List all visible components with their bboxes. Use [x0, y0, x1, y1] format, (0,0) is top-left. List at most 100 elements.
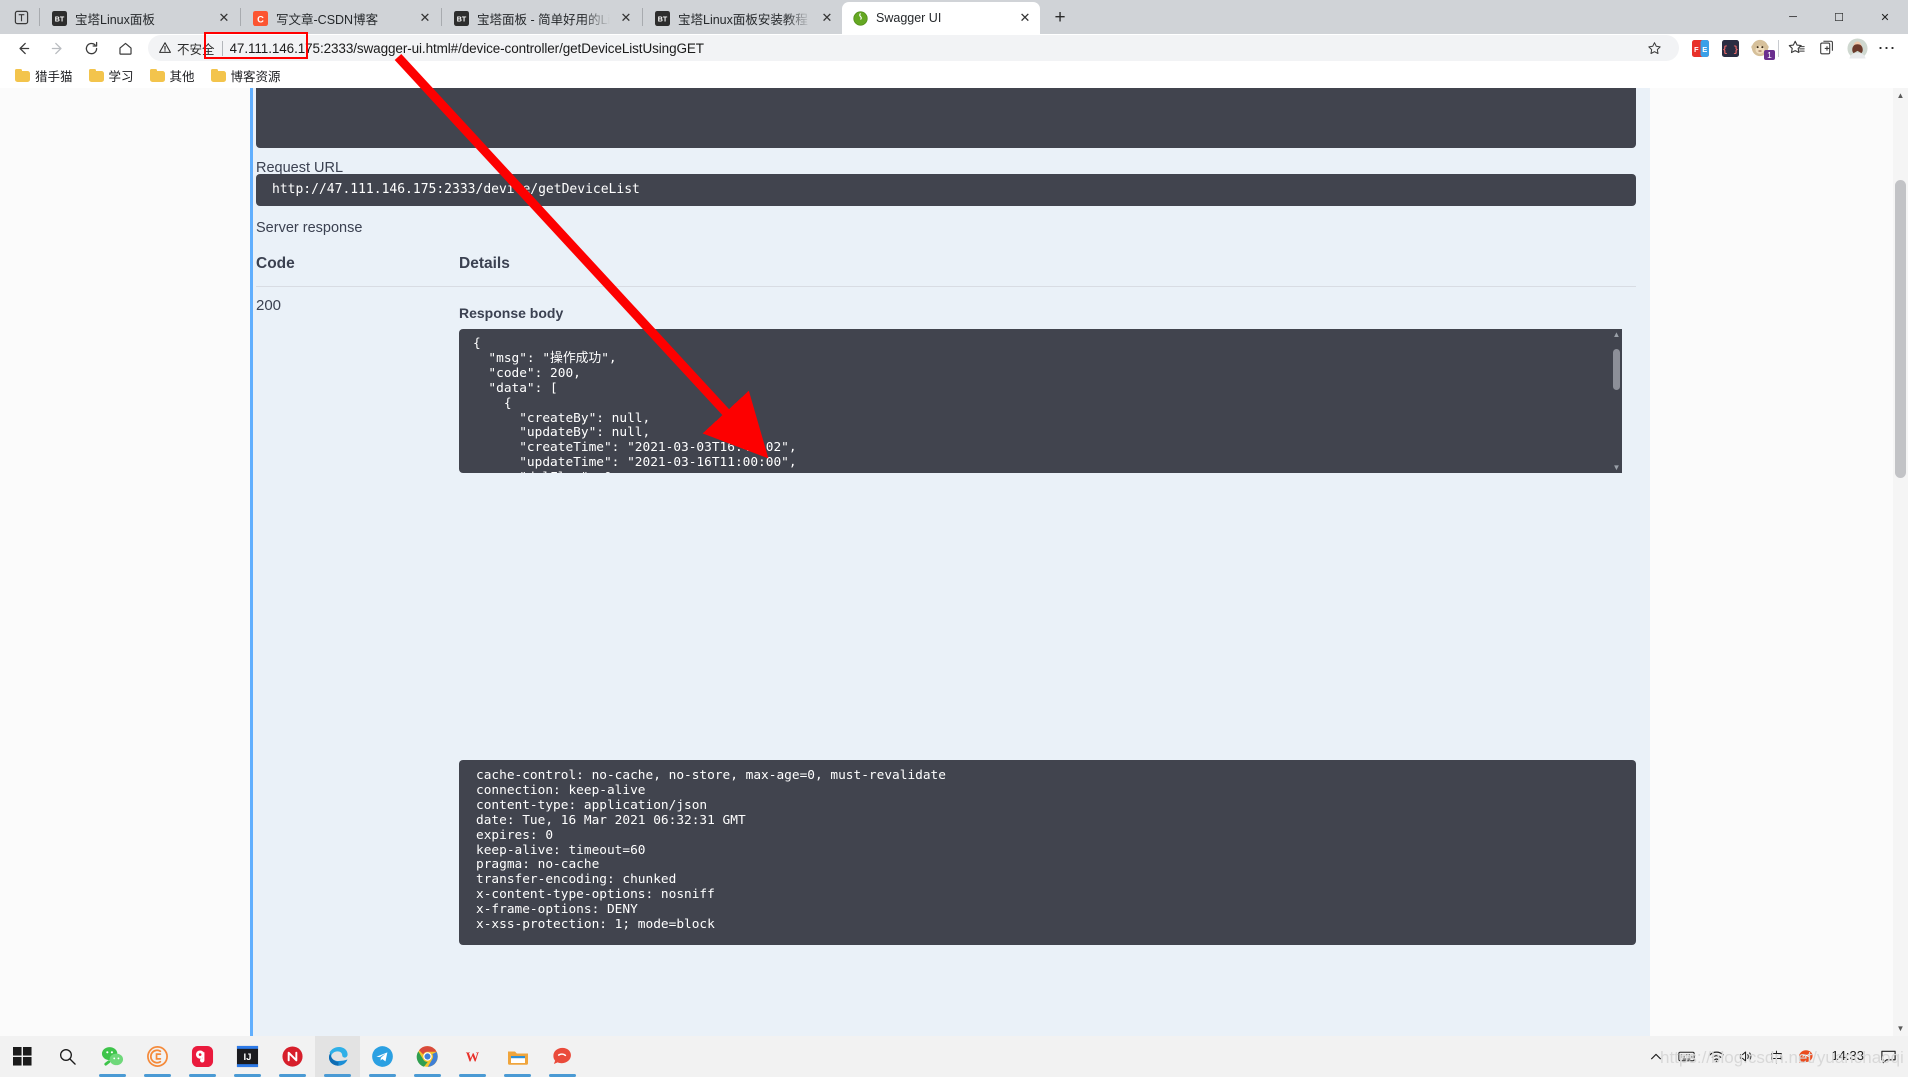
browser-tab-4[interactable]: BT 宝塔Linux面板安装教程 - 2021年 ✕: [644, 2, 842, 34]
svg-text:BT: BT: [658, 15, 668, 23]
address-bar-row: 不安全 47.111.146.175:2333/swagger-ui.html#…: [0, 32, 1908, 62]
details-column-header: Details: [459, 255, 510, 272]
response-body-label: Response body: [459, 305, 564, 321]
folder-icon: [149, 68, 165, 82]
bt-icon: BT: [654, 10, 671, 27]
home-button[interactable]: [108, 34, 142, 62]
minimize-button[interactable]: ─: [1770, 0, 1816, 34]
start-button[interactable]: [0, 1036, 45, 1077]
bt-icon: BT: [51, 10, 68, 27]
wps-icon[interactable]: W: [450, 1036, 495, 1077]
new-tab-button[interactable]: +: [1046, 4, 1074, 32]
bookmark-label: 其他: [169, 69, 195, 84]
browser-chrome: BT 宝塔Linux面板 ✕ C 写文章-CSDN博客 ✕ BT 宝塔面板 - …: [0, 0, 1908, 88]
browser-tab-2[interactable]: C 写文章-CSDN博客 ✕: [242, 2, 440, 34]
svg-text:E: E: [1702, 44, 1707, 53]
collections-icon[interactable]: [1812, 35, 1842, 61]
bookmark-item-2[interactable]: 学习: [82, 64, 141, 87]
svg-text:BT: BT: [55, 15, 65, 23]
folder-icon: [15, 68, 30, 82]
browser-tab-1[interactable]: BT 宝塔Linux面板 ✕: [41, 2, 239, 34]
tab-title: 宝塔面板 - 简单好用的Linux/Win: [477, 12, 610, 27]
omnibox-divider: [221, 40, 223, 56]
svg-text:IJ: IJ: [244, 1052, 252, 1063]
tab-title: 写文章-CSDN博客: [276, 12, 379, 27]
favorites-icon[interactable]: [1782, 35, 1812, 61]
scroll-down-arrow-icon[interactable]: ▼: [1611, 462, 1622, 473]
extension-badge: 1: [1764, 50, 1775, 60]
window-close-button[interactable]: ✕: [1862, 0, 1908, 34]
bookmark-item-3[interactable]: 其他: [143, 64, 202, 87]
settings-more-icon[interactable]: ⋯: [1872, 35, 1902, 61]
tab-separator: [642, 8, 643, 26]
svg-text:F: F: [1693, 44, 1698, 53]
reload-button[interactable]: [74, 34, 108, 62]
bookmark-label: 学习: [108, 69, 134, 84]
close-icon[interactable]: ✕: [1016, 9, 1034, 27]
bookmark-label: 猎手猫: [35, 69, 73, 84]
server-response-label: Server response: [256, 220, 363, 236]
browser-tab-3[interactable]: BT 宝塔面板 - 简单好用的Linux/Win ✕: [443, 2, 641, 34]
code-column-header: Code: [256, 255, 295, 272]
curl-command-box: [256, 88, 1636, 148]
swagger-icon: [852, 10, 869, 27]
bookmark-item-1[interactable]: 猎手猫: [8, 64, 80, 87]
back-button[interactable]: [6, 34, 40, 62]
clash-icon[interactable]: [135, 1036, 180, 1077]
response-body-content[interactable]: { "msg": "操作成功", "code": 200, "data": [ …: [459, 329, 1622, 473]
tab-separator: [240, 8, 241, 26]
wechat-icon[interactable]: [90, 1036, 135, 1077]
chrome-icon[interactable]: [405, 1036, 450, 1077]
request-url-value: http://47.111.146.175:2333/device/getDev…: [256, 174, 1636, 206]
forward-button[interactable]: [40, 34, 74, 62]
search-icon[interactable]: [45, 1036, 90, 1077]
bookmark-item-4[interactable]: 博客资源: [204, 64, 288, 87]
json-viewer-extension-icon[interactable]: { }: [1715, 35, 1745, 61]
omnibox-right-icons: [1631, 35, 1669, 61]
page-scroll-down-icon[interactable]: ▼: [1893, 1021, 1908, 1036]
table-header-divider: [256, 286, 1636, 287]
browser-tab-5-active[interactable]: Swagger UI ✕: [842, 2, 1040, 34]
tab-title: 宝塔Linux面板安装教程 - 2021年: [678, 12, 811, 27]
security-label: 不安全: [177, 42, 215, 57]
bookmarks-bar: 猎手猫 学习 其他 博客资源: [0, 62, 1908, 88]
close-icon[interactable]: ✕: [617, 9, 635, 27]
tab-search-icon[interactable]: [4, 0, 38, 34]
page-scrollbar[interactable]: ▲ ▼: [1893, 88, 1908, 1036]
page-scroll-up-icon[interactable]: ▲: [1893, 88, 1908, 103]
tab-title: Swagger UI: [876, 11, 942, 25]
window-controls: ─ ☐ ✕: [1770, 0, 1908, 34]
sogou-browser-icon[interactable]: [540, 1036, 585, 1077]
windows-taskbar: IJ W 中 14:33: [0, 1036, 1908, 1077]
feedly-extension-icon[interactable]: FE: [1685, 35, 1715, 61]
navicat-icon[interactable]: [270, 1036, 315, 1077]
svg-text:BT: BT: [457, 15, 467, 23]
file-explorer-icon[interactable]: [495, 1036, 540, 1077]
toolbar-divider: [1778, 39, 1779, 57]
qq-music-icon[interactable]: [180, 1036, 225, 1077]
scroll-up-arrow-icon[interactable]: ▲: [1611, 329, 1622, 340]
bt-icon: BT: [453, 10, 470, 27]
page-viewport: Request URL http://47.111.146.175:2333/d…: [0, 88, 1908, 1036]
close-icon[interactable]: ✕: [215, 9, 233, 27]
tab-separator: [39, 8, 40, 26]
telegram-icon[interactable]: [360, 1036, 405, 1077]
maximize-button[interactable]: ☐: [1816, 0, 1862, 34]
csdn-icon: C: [252, 10, 269, 27]
folder-icon: [210, 68, 226, 82]
bookmark-label: 博客资源: [230, 69, 281, 84]
close-icon[interactable]: ✕: [416, 9, 434, 27]
microsoft-edge-icon[interactable]: [315, 1036, 360, 1077]
page-scroll-thumb[interactable]: [1895, 180, 1906, 478]
response-headers-content: cache-control: no-cache, no-store, max-a…: [459, 760, 1636, 945]
address-bar-input[interactable]: 不安全 47.111.146.175:2333/swagger-ui.html#…: [148, 32, 1679, 61]
svg-text:W: W: [466, 1049, 480, 1064]
close-icon[interactable]: ✕: [818, 9, 836, 27]
watermark-text: https://blog.csdn.net/yuanchaoqi: [1660, 1048, 1904, 1067]
tampermonkey-extension-icon[interactable]: 1: [1745, 35, 1775, 61]
intellij-idea-icon[interactable]: IJ: [225, 1036, 270, 1077]
profile-avatar[interactable]: [1842, 35, 1872, 61]
response-body-scroll-thumb[interactable]: [1613, 349, 1620, 390]
add-favorite-icon[interactable]: [1639, 35, 1669, 61]
not-secure-indicator[interactable]: 不安全: [158, 39, 215, 58]
